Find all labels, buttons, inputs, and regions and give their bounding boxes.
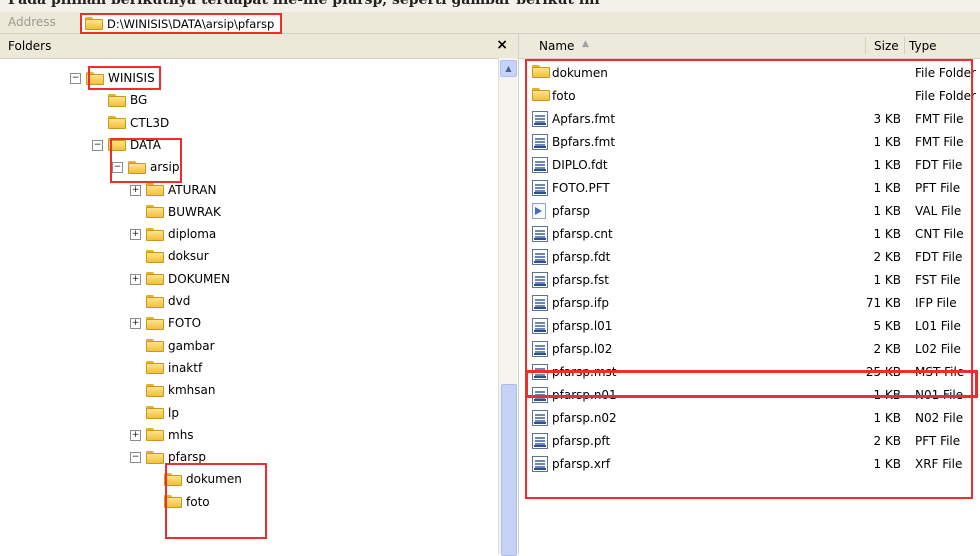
tree-item-label: dvd [168,294,191,308]
folder-icon [146,205,164,219]
expand-icon[interactable]: + [130,184,141,196]
folder-icon [146,450,164,464]
folder-icon [146,316,164,330]
expand-icon[interactable]: + [130,273,141,285]
folder-icon [85,17,103,30]
address-path: D:\WINISIS\DATA\arsip\pfarsp [107,16,275,31]
tree-item-mhs[interactable]: + mhs [130,425,194,445]
folder-icon [146,183,164,196]
tree-item-dokumen[interactable]: + DOKUMEN [130,269,230,289]
folders-scrollbar[interactable]: ▲ [498,58,517,556]
column-type[interactable]: Type [909,39,937,53]
tree-item-label: BUWRAK [168,204,221,219]
address-field[interactable]: D:\WINISIS\DATA\arsip\pfarsp [80,13,283,34]
tree-item-diploma[interactable]: + diploma [130,224,217,244]
collapse-icon[interactable]: − [92,139,103,151]
tree-item-label: mhs [168,427,194,442]
folders-pane-header: Folders × [0,34,518,59]
tree-item-buwrak[interactable]: BUWRAK [146,202,221,222]
highlight-data-arsip [110,138,182,183]
tree-item-label: inaktf [168,360,203,375]
folder-icon [108,93,126,107]
tree-item-label: pfarsp [168,450,206,465]
tree-item-inaktf[interactable]: inaktf [146,358,202,378]
tree-item-label: kmhsan [168,383,216,398]
collapse-icon[interactable]: − [130,452,141,464]
tree-item-label: doksur [168,249,209,264]
tree-item-label: diploma [168,227,217,242]
tree-item-label: BG [130,93,148,108]
folder-icon [146,227,164,241]
tree-item-label: lp [168,405,179,420]
tree-item-label: FOTO [168,316,202,331]
close-icon[interactable]: × [496,37,508,53]
caption-strip: Pada pilihan berikutnya terdapat file-fi… [0,0,980,12]
tree-item-bg[interactable]: BG [108,90,147,110]
collapse-icon[interactable]: − [70,73,81,84]
sort-ascending-icon: ▲ [582,39,589,49]
highlight-mst-file [525,370,978,398]
folder-icon [146,361,164,375]
highlight-winisis [88,66,161,90]
tree-item-lp[interactable]: lp [146,403,179,423]
highlight-files [525,59,973,499]
expand-icon[interactable]: + [130,229,141,241]
tree-item-label: ATURAN [168,182,217,197]
tree-item-gambar[interactable]: gambar [146,336,215,356]
scroll-up-icon[interactable]: ▲ [500,60,517,77]
folder-icon [146,272,164,286]
address-label: Address [8,15,56,29]
folder-icon [108,116,126,130]
tree-item-doksur[interactable]: doksur [146,246,209,266]
address-bar: Address D:\WINISIS\DATA\arsip\pfarsp [0,12,980,34]
column-separator[interactable] [904,37,905,54]
column-size[interactable]: Size [874,39,899,53]
expand-icon[interactable]: + [130,318,141,330]
folders-pane: Folders × − WINISIS BG CTL3D − DATA − arsip + ATU… [0,34,518,556]
column-header: Name ▲ Size Type [519,34,980,59]
folders-pane-title: Folders [8,39,52,53]
highlight-pfarsp [165,463,267,539]
tree-item-ctl3d[interactable]: CTL3D [108,113,169,133]
tree-item-label: CTL3D [130,115,170,130]
folder-icon [146,406,164,419]
folder-icon [146,339,164,353]
folder-icon [146,428,164,442]
tree-item-foto[interactable]: + FOTO [130,313,202,333]
expand-icon[interactable]: + [130,429,141,441]
tree-item-dvd[interactable]: dvd [146,291,190,311]
tree-item-kmhsan[interactable]: kmhsan [146,380,215,400]
column-name[interactable]: Name [539,39,574,53]
folder-icon [146,249,164,263]
folder-icon [146,383,164,397]
files-pane: Name ▲ Size Type dokumen File Folder foto F… [518,34,980,554]
caption-text: Pada pilihan berikutnya terdapat file-fi… [8,0,600,8]
column-separator[interactable] [865,37,866,54]
tree-item-label: DOKUMEN [168,271,230,286]
folder-icon [146,294,164,308]
scroll-thumb[interactable] [501,384,517,556]
tree-item-label: gambar [168,338,215,353]
